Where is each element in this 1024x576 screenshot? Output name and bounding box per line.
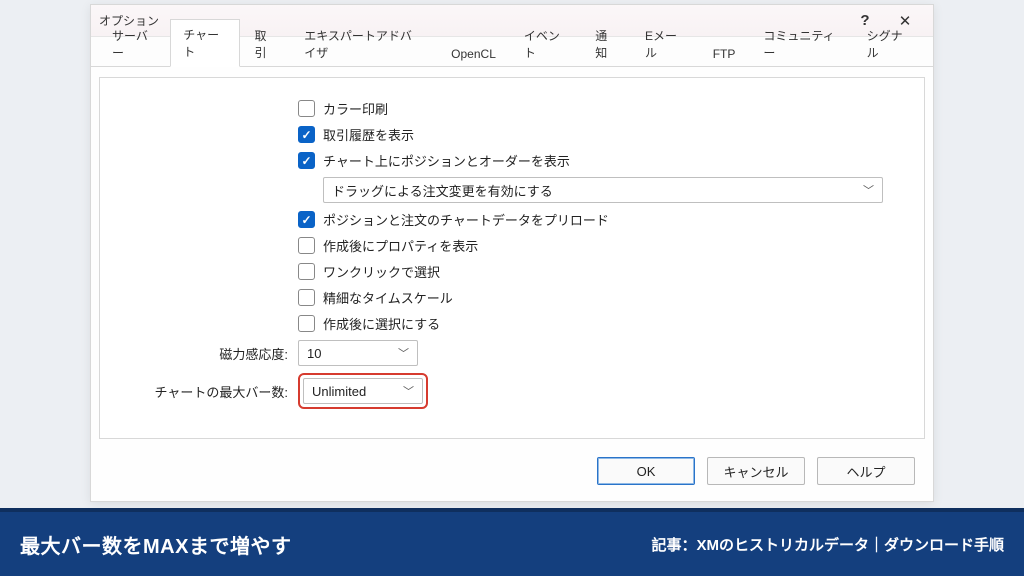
- tab-server[interactable]: サーバー: [99, 20, 168, 67]
- sensitivity-select[interactable]: 10 ﹀: [298, 340, 418, 366]
- tab-event[interactable]: イベント: [511, 20, 580, 67]
- checkbox-select-after[interactable]: [298, 315, 315, 332]
- sensitivity-value: 10: [307, 346, 321, 361]
- label-preload-data: ポジションと注文のチャートデータをプリロード: [323, 210, 609, 229]
- tab-community[interactable]: コミュニティー: [750, 20, 851, 67]
- chevron-down-icon: ﹀: [403, 383, 414, 399]
- tab-chart[interactable]: チャート: [170, 19, 239, 67]
- checkbox-one-click[interactable]: [298, 263, 315, 280]
- tab-ftp[interactable]: FTP: [700, 40, 749, 67]
- label-positions-on-chart: チャート上にポジションとオーダーを表示: [323, 151, 570, 170]
- tab-signal[interactable]: シグナル: [854, 20, 923, 67]
- label-select-after: 作成後に選択にする: [323, 314, 440, 333]
- label-trade-history: 取引履歴を表示: [323, 125, 414, 144]
- drag-order-value: ドラッグによる注文変更を有効にする: [332, 181, 553, 200]
- label-show-props: 作成後にプロパティを表示: [323, 236, 478, 255]
- max-bars-value: Unlimited: [312, 384, 366, 399]
- checkbox-precise-time[interactable]: [298, 289, 315, 306]
- checkbox-preload-data[interactable]: [298, 211, 315, 228]
- label-color-print: カラー印刷: [323, 99, 388, 118]
- cancel-button[interactable]: キャンセル: [707, 457, 805, 485]
- sensitivity-label: 磁力感応度:: [118, 344, 298, 363]
- tab-ea[interactable]: エキスパートアドバイザ: [291, 20, 436, 67]
- drag-order-select[interactable]: ドラッグによる注文変更を有効にする ﹀: [323, 177, 883, 203]
- dialog-buttons: OK キャンセル ヘルプ: [597, 457, 915, 485]
- chart-panel: カラー印刷 取引履歴を表示 チャート上にポジションとオーダーを表示 ドラッグによ…: [99, 77, 925, 439]
- tab-email[interactable]: Eメール: [632, 20, 698, 67]
- label-one-click: ワンクリックで選択: [323, 262, 440, 281]
- banner-right: 記事：XMのヒストリカルデータ｜ダウンロード手順: [651, 534, 1004, 555]
- checkbox-trade-history[interactable]: [298, 126, 315, 143]
- banner-left: 最大バー数をMAXまで増やす: [20, 530, 291, 559]
- max-bars-select[interactable]: Unlimited ﹀: [303, 378, 423, 404]
- tab-notify[interactable]: 通知: [582, 20, 630, 67]
- label-precise-time: 精細なタイムスケール: [323, 288, 453, 307]
- tab-opencl[interactable]: OpenCL: [438, 40, 509, 67]
- checkbox-show-props[interactable]: [298, 237, 315, 254]
- chevron-down-icon: ﹀: [863, 182, 874, 198]
- checkbox-color-print[interactable]: [298, 100, 315, 117]
- max-bars-label: チャートの最大バー数:: [118, 382, 298, 401]
- tab-trade[interactable]: 取引: [242, 20, 290, 67]
- help-button[interactable]: ヘルプ: [817, 457, 915, 485]
- chevron-down-icon: ﹀: [398, 345, 409, 361]
- tabstrip: サーバー チャート 取引 エキスパートアドバイザ OpenCL イベント 通知 …: [91, 37, 933, 67]
- caption-banner: 最大バー数をMAXまで増やす 記事：XMのヒストリカルデータ｜ダウンロード手順: [0, 508, 1024, 576]
- checkbox-positions-on-chart[interactable]: [298, 152, 315, 169]
- options-dialog: オプション ? ✕ サーバー チャート 取引 エキスパートアドバイザ OpenC…: [90, 4, 934, 502]
- ok-button[interactable]: OK: [597, 457, 695, 485]
- max-bars-highlight: Unlimited ﹀: [298, 373, 428, 409]
